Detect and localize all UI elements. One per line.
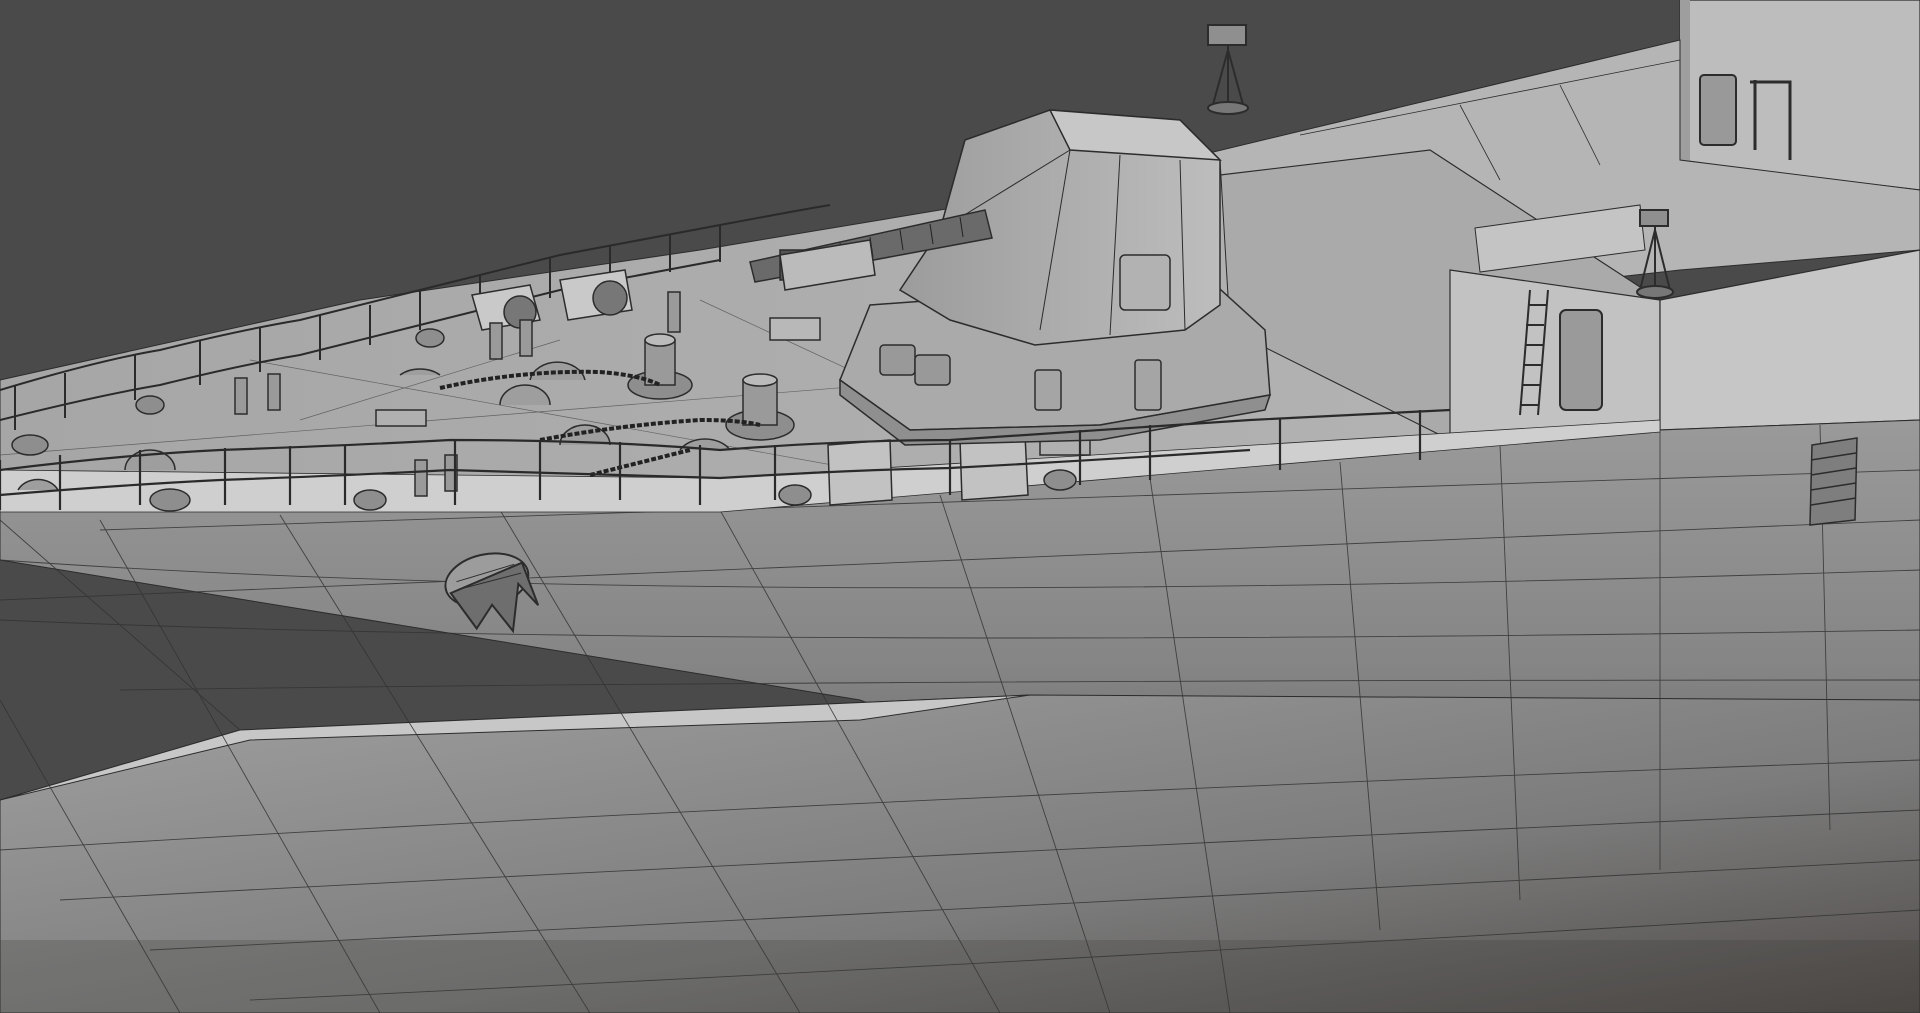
ship-render [0, 0, 1920, 1013]
hull-vent-grille [1809, 437, 1858, 526]
3d-viewport[interactable] [0, 0, 1920, 1013]
